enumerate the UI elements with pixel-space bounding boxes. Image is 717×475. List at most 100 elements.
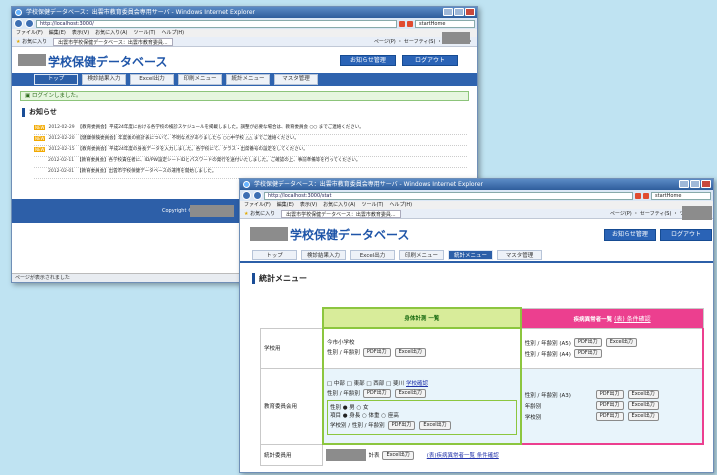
sex-grade-a4-label: 性別 / 年齢別 (A4) [524,351,571,358]
news-text: 【教育委員会】平成24年度における各学校の検診スケジュールを掲載しました。調整が… [77,125,364,130]
pdf-button[interactable]: PDF出力 [573,338,602,347]
favorites-button[interactable]: ★ お気に入り [244,209,275,218]
favorites-button[interactable]: ★ お気に入り [16,37,47,46]
sex-grade-a3-label: 性別 / 年齢別 (A3) [524,392,571,399]
menu-tools[interactable]: ツール(T) [362,201,384,209]
forward-icon[interactable] [253,191,262,200]
minimize-button[interactable] [679,180,689,188]
stop-icon[interactable] [407,20,413,27]
menu-favorites[interactable]: お気に入り(A) [95,29,127,37]
browser-tab[interactable]: 出雲市学校保健データベース：出雲市教育委員... [53,38,173,46]
tab-print[interactable]: 印刷メニュー [399,250,444,260]
forward-icon[interactable] [25,19,34,28]
excel-button[interactable]: Excel出力 [419,420,451,430]
tab-excel[interactable]: Excel出力 [130,74,174,85]
news-date: 2012-02-29 [48,125,75,130]
menu-file[interactable]: ファイル(F) [244,201,271,209]
notice-admin-button[interactable]: お知らせ管理 [340,55,396,66]
pdf-button[interactable]: PDF出力 [573,349,602,358]
item-radio-group[interactable]: 項目 ● 身長 ○ 体重 ○ 座高 [330,411,514,419]
pdf-button[interactable]: PDF出力 [362,388,391,398]
window-title: 学校保健データベース：出雲市教育委員会専用サーバ - Windows Inter… [254,181,484,188]
tab-master[interactable]: マスタ管理 [274,74,318,85]
stop-icon[interactable] [643,192,649,199]
notice-admin-button[interactable]: お知らせ管理 [604,229,656,241]
row-board-label: 教育委員会用 [259,367,324,445]
news-date: 2012-02-15 [48,147,75,152]
news-list: NEW 2012-02-29 【教育委員会】平成24年度における各学校の検診スケジュ… [34,124,467,179]
news-text: 【教育委員会】出雲市学校保健データベースの運用を開始しました。 [77,169,217,174]
pdf-button[interactable]: PDF出力 [362,347,391,357]
excel-button[interactable]: Excel出力 [627,390,659,400]
menu-view[interactable]: 表示(V) [300,201,317,209]
site-title: 学校保健データベース [48,55,168,69]
school-name: 今市小学校 [326,339,355,346]
url-input[interactable]: http://localhost:3000/ [36,19,397,28]
minimize-button[interactable] [443,8,453,16]
row-committee-label: 統計委員用 [259,443,324,466]
redacted-block [190,205,234,217]
site-header: 学校保健データベース お知らせ管理 ログアウト [240,206,713,249]
stats-table: 身体計測 一覧 疾病異常者一覧 (表) 条件確認 学校用 今市小学校 性別 / … [259,307,705,466]
disease-list-link[interactable]: (表)疾病異常者一覧 条件確認 [427,451,499,459]
tab-excel[interactable]: Excel出力 [350,250,395,260]
logout-button[interactable]: ログアウト [402,55,458,66]
url-input[interactable]: http://localhost:3000/stat [264,191,633,200]
tab-exam-input[interactable]: 検診結果入力 [82,74,126,85]
sex-grade-label: 性別 / 年齢別 [326,391,360,398]
menu-favorites[interactable]: お気に入り(A) [323,201,355,209]
pdf-button[interactable]: PDF出力 [595,401,624,411]
menu-edit[interactable]: 編集(E) [277,201,294,209]
tab-print[interactable]: 印刷メニュー [178,74,222,85]
menu-file[interactable]: ファイル(F) [16,29,43,37]
maximize-button[interactable] [454,8,464,16]
sex-radio-group[interactable]: 性別 ● 男 ○ 女 [330,403,514,411]
browser-window-front: 学校保健データベース：出雲市教育委員会専用サーバ - Windows Inter… [239,178,714,473]
excel-button[interactable]: Excel出力 [627,401,659,411]
excel-button[interactable]: Excel出力 [382,450,414,460]
school-label: 学校別 [524,414,542,421]
pdf-button[interactable]: PDF出力 [595,412,624,422]
tab-master[interactable]: マスタ管理 [497,250,542,260]
news-item: NEW 2012-02-20 【健康保険委員会】年度後の統計表について、不明な点があ… [34,135,467,146]
menu-edit[interactable]: 編集(E) [49,29,66,37]
back-icon[interactable] [14,19,23,28]
board-body-cell: □ 中部 □ 東部 □ 西部 □ 斐川 学校確認 性別 / 年齢別 PDF出力 Exc… [321,367,522,445]
pdf-button[interactable]: PDF出力 [595,390,624,400]
excel-button[interactable]: Excel出力 [605,338,637,347]
logout-button[interactable]: ログアウト [660,229,712,241]
col-body-title: 身体計測 一覧 [404,316,440,322]
excel-button[interactable]: Excel出力 [394,347,426,357]
menu-view[interactable]: 表示(V) [72,29,89,37]
tab-stats[interactable]: 統計メニュー [226,74,270,85]
disease-condition-link[interactable]: (表) 条件確認 [614,316,651,323]
menu-tools[interactable]: ツール(T) [134,29,156,37]
pdf-button[interactable]: PDF出力 [387,420,416,430]
search-input[interactable]: startHome [415,19,475,28]
back-icon[interactable] [242,191,251,200]
browser-tab[interactable]: 出雲市学校保健データベース：出雲市教育委員... [281,210,401,218]
school-confirm-link[interactable]: 学校確認 [406,379,428,387]
news-date: 2012-02-11 [48,158,75,163]
refresh-icon[interactable] [635,192,641,199]
tab-exam-input[interactable]: 検診結果入力 [301,250,346,260]
close-button[interactable] [465,8,475,16]
tab-top[interactable]: トップ [252,250,297,260]
maximize-button[interactable] [690,180,700,188]
excel-button[interactable]: Excel出力 [627,412,659,422]
tab-top[interactable]: トップ [34,74,78,85]
refresh-icon[interactable] [399,20,405,27]
menu-help[interactable]: ヘルプ(H) [389,201,412,209]
area-options[interactable]: □ 中部 □ 東部 □ 西部 □ 斐川 [327,379,404,387]
site-header: 学校保健データベース お知らせ管理 ログアウト [12,32,477,73]
corner-cell [261,308,323,328]
school-sex-grade-line: 学校別 / 性別 / 年齢別 PDF出力 Excel出力 [330,420,514,430]
close-button[interactable] [701,180,711,188]
redacted-block [442,32,470,44]
area-checkboxes: □ 中部 □ 東部 □ 西部 □ 斐川 学校確認 [327,379,517,387]
excel-button[interactable]: Excel出力 [394,388,426,398]
tab-stats[interactable]: 統計メニュー [448,250,493,260]
menu-help[interactable]: ヘルプ(H) [161,29,184,37]
committee-line: 計表 Excel出力 (表)疾病異常者一覧 条件確認 [326,449,700,461]
search-input[interactable]: startHome [651,191,711,200]
